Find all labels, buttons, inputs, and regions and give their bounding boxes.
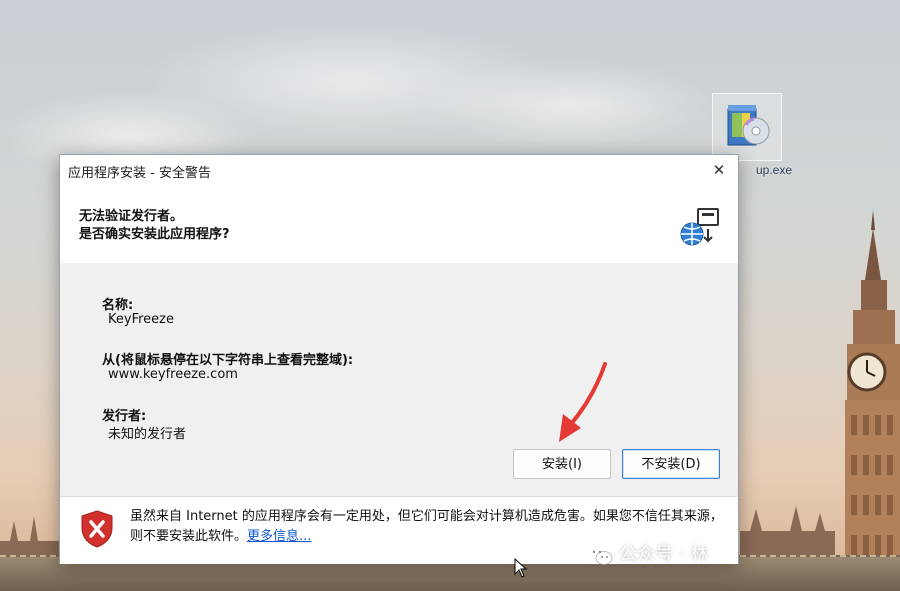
from-value[interactable]: www.keyfreeze.com <box>108 367 238 382</box>
publisher-value: 未知的发行者 <box>108 427 187 442</box>
wechat-icon <box>588 545 613 565</box>
dialog-header: 无法验证发行者。 是否确实安装此应用程序? <box>60 185 738 263</box>
shield-error-icon <box>81 510 113 548</box>
dont-install-button[interactable]: 不安装(D) <box>622 449 720 479</box>
mouse-cursor-icon <box>514 558 528 578</box>
desktop: up.exe 应用程序安装 - 安全警告 ✕ 无法验证发行者。 是否确实安装此应… <box>0 0 900 591</box>
watermark-text: 公众号 · 林 <box>619 544 709 565</box>
dialog-titlebar: 应用程序安装 - 安全警告 ✕ <box>60 155 738 185</box>
installer-box-icon <box>727 105 770 146</box>
from-label: 从(将鼠标悬停在以下字符串上查看完整域): <box>102 353 354 368</box>
name-label: 名称: <box>102 298 134 313</box>
globe-install-icon <box>680 208 719 246</box>
close-icon[interactable]: ✕ <box>708 159 730 181</box>
watermark: 公众号 · 林 <box>587 540 708 566</box>
install-button[interactable]: 安装(I) <box>513 449 611 479</box>
dialog-title: 应用程序安装 - 安全警告 <box>68 166 211 181</box>
confirm-install-question: 是否确实安装此应用程序? <box>79 227 230 242</box>
more-info-link[interactable]: 更多信息... <box>247 529 311 544</box>
security-warning-dialog: 应用程序安装 - 安全警告 ✕ 无法验证发行者。 是否确实安装此应用程序? 名称… <box>59 154 739 564</box>
warning-text: 虽然来自 Internet 的应用程序会有一定用处，但它们可能会对计算机造成危害… <box>130 509 723 544</box>
red-annotation-arrow-icon <box>559 362 607 442</box>
cloud <box>420 60 720 150</box>
publisher-label: 发行者: <box>102 409 147 424</box>
name-value: KeyFreeze <box>108 312 174 327</box>
publisher-unverified-heading: 无法验证发行者。 <box>79 209 184 224</box>
